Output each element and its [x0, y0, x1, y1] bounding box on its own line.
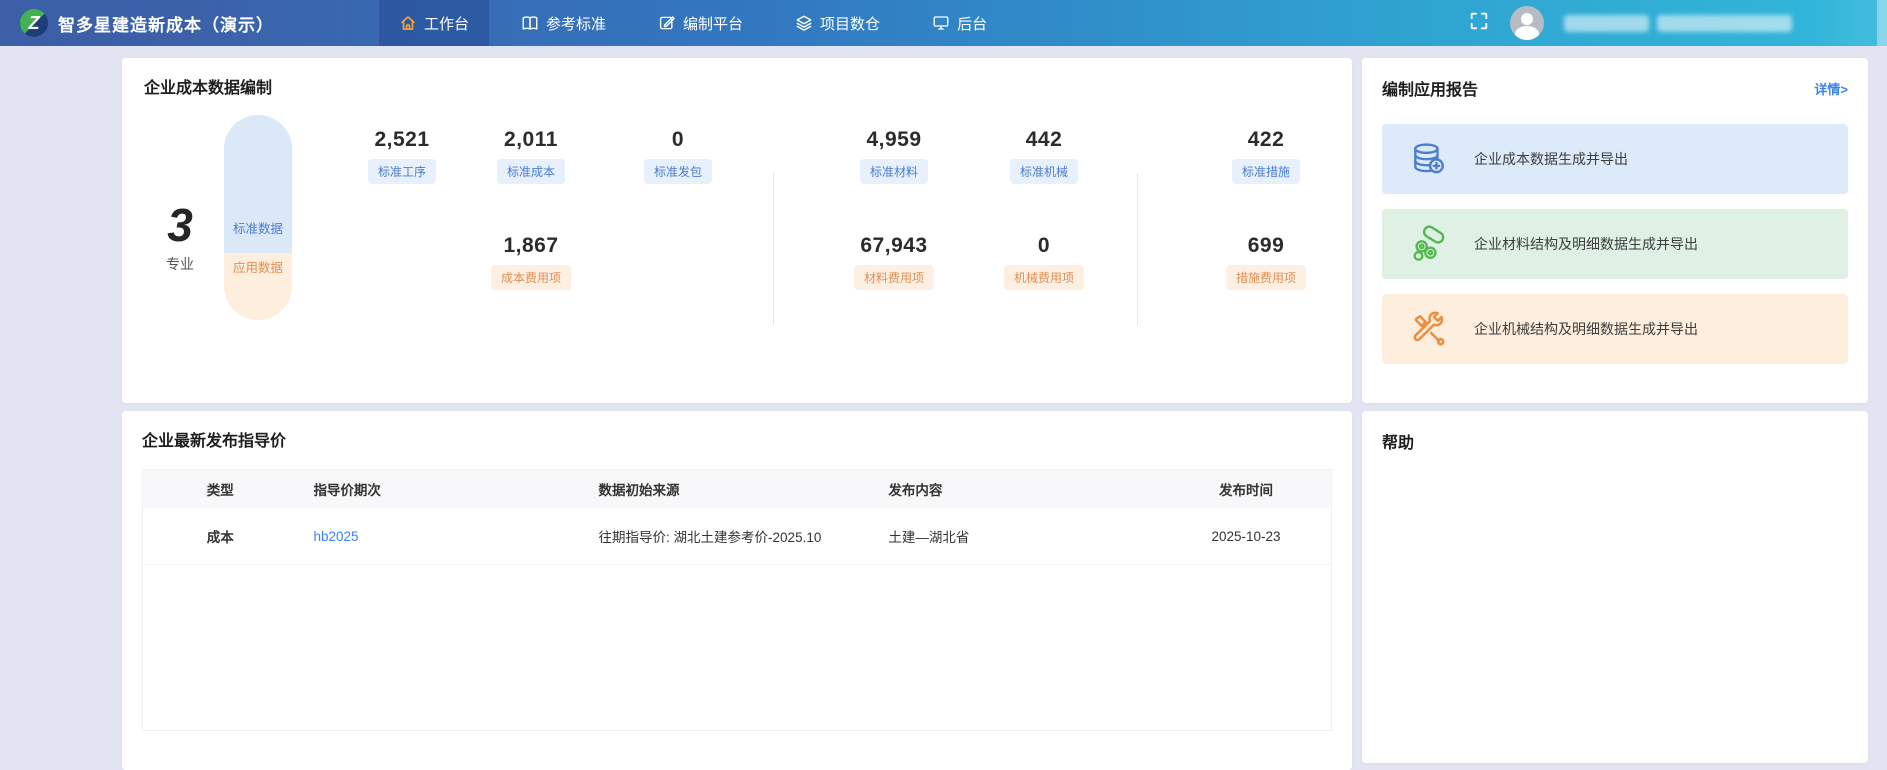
stats-divider — [1137, 173, 1138, 325]
app-title: 智多星建造新成本（演示） — [58, 11, 274, 36]
report-card: 编制应用报告 详情> 企业成本数据生成并导出 — [1362, 58, 1868, 403]
main-navigation: 工作台 参考标准 编制平台 — [379, 0, 1019, 46]
stat-standard-contract: 0 标准发包 — [598, 128, 758, 184]
data-type-pill: 标准数据 应用数据 — [224, 115, 292, 320]
cell-source: 往期指导价: 湖北土建参考价-2025.10 — [583, 526, 873, 546]
col-header-content: 发布内容 — [872, 479, 1161, 499]
materials-icon — [1408, 224, 1448, 264]
report-row-material-export[interactable]: 企业材料结构及明细数据生成并导出 — [1382, 209, 1848, 279]
stat-measure-items: 699 措施费用项 — [1186, 234, 1346, 290]
stat-tag: 机械费用项 — [1004, 265, 1084, 290]
stat-tag: 成本费用项 — [491, 265, 571, 290]
nav-item-label: 参考标准 — [546, 13, 606, 34]
layers-icon — [795, 14, 813, 32]
fullscreen-icon[interactable] — [1468, 10, 1490, 37]
table-header-row: 类型 指导价期次 数据初始来源 发布内容 发布时间 — [143, 470, 1331, 508]
applied-data-label: 应用数据 — [224, 253, 292, 320]
nav-item-label: 编制平台 — [683, 13, 743, 34]
book-icon — [521, 14, 539, 32]
report-row-label: 企业材料结构及明细数据生成并导出 — [1474, 234, 1698, 254]
report-row-cost-export[interactable]: 企业成本数据生成并导出 — [1382, 124, 1848, 194]
stat-cost-items: 1,867 成本费用项 — [451, 234, 611, 290]
stat-standard-measure: 422 标准措施 — [1186, 128, 1346, 184]
report-row-machine-export[interactable]: 企业机械结构及明细数据生成并导出 — [1382, 294, 1848, 364]
stat-tag: 标准工序 — [368, 159, 436, 184]
user-name-redacted[interactable] — [1564, 15, 1792, 32]
stat-standard-cost: 2,011 标准成本 — [451, 128, 611, 184]
help-card: 帮助 — [1362, 411, 1868, 763]
scrollbar-track[interactable] — [1877, 0, 1887, 46]
stat-tag: 措施费用项 — [1226, 265, 1306, 290]
report-row-label: 企业成本数据生成并导出 — [1474, 149, 1628, 169]
cell-type: 成本 — [143, 526, 297, 546]
stat-tag: 标准发包 — [644, 159, 712, 184]
col-header-source: 数据初始来源 — [583, 479, 873, 499]
cost-card-title: 企业成本数据编制 — [144, 74, 272, 98]
cell-period-link[interactable]: hb2025 — [297, 529, 582, 544]
stat-machine-items: 0 机械费用项 — [964, 234, 1124, 290]
stat-standard-material: 4,959 标准材料 — [814, 128, 974, 184]
database-icon — [1408, 139, 1448, 179]
guide-price-card: 企业最新发布指导价 类型 指导价期次 数据初始来源 发布内容 发布时间 成本 h… — [122, 411, 1352, 770]
report-row-label: 企业机械结构及明细数据生成并导出 — [1474, 319, 1698, 339]
nav-item-project-warehouse[interactable]: 项目数仓 — [775, 0, 900, 46]
navbar-right-controls — [1468, 6, 1792, 40]
logo-icon: Z — [20, 9, 48, 37]
monitor-icon — [932, 14, 950, 32]
cell-content: 土建—湖北省 — [872, 526, 1161, 546]
nav-item-label: 工作台 — [424, 13, 469, 34]
home-icon — [399, 14, 417, 32]
edit-icon — [658, 14, 676, 32]
cell-date: 2025-10-23 — [1161, 529, 1331, 544]
nav-item-compilation-platform[interactable]: 编制平台 — [638, 0, 763, 46]
col-header-type: 类型 — [143, 479, 297, 499]
col-header-period: 指导价期次 — [297, 479, 582, 499]
top-navbar: Z 智多星建造新成本（演示） 工作台 参考标准 — [0, 0, 1887, 46]
nav-item-workbench[interactable]: 工作台 — [379, 0, 489, 46]
report-detail-link[interactable]: 详情> — [1814, 79, 1848, 98]
stat-tag: 标准措施 — [1232, 159, 1300, 184]
nav-item-reference-standards[interactable]: 参考标准 — [501, 0, 626, 46]
help-card-title: 帮助 — [1382, 429, 1848, 453]
stat-tag: 标准机械 — [1010, 159, 1078, 184]
guide-price-title: 企业最新发布指导价 — [142, 427, 1332, 451]
standard-data-label: 标准数据 — [224, 115, 292, 253]
main-content: 企业成本数据编制 3 专业 标准数据 应用数据 2,521 标准工序 2,011… — [0, 46, 1887, 770]
profession-count: 3 — [150, 198, 210, 252]
stat-material-items: 67,943 材料费用项 — [814, 234, 974, 290]
user-avatar[interactable] — [1510, 6, 1544, 40]
enterprise-cost-data-card: 企业成本数据编制 3 专业 标准数据 应用数据 2,521 标准工序 2,011… — [122, 58, 1352, 403]
report-card-title: 编制应用报告 — [1382, 76, 1478, 100]
profession-label: 专业 — [150, 254, 210, 274]
table-row[interactable]: 成本 hb2025 往期指导价: 湖北土建参考价-2025.10 土建—湖北省 … — [143, 508, 1331, 565]
col-header-date: 发布时间 — [1161, 479, 1331, 499]
tools-icon — [1408, 309, 1448, 349]
guide-price-table: 类型 指导价期次 数据初始来源 发布内容 发布时间 成本 hb2025 往期指导… — [142, 469, 1332, 731]
app-logo: Z 智多星建造新成本（演示） — [0, 9, 274, 37]
stat-tag: 标准成本 — [497, 159, 565, 184]
nav-item-label: 后台 — [957, 13, 987, 34]
nav-item-backend[interactable]: 后台 — [912, 0, 1007, 46]
stats-divider — [773, 173, 774, 325]
nav-item-label: 项目数仓 — [820, 13, 880, 34]
stat-standard-machine: 442 标准机械 — [964, 128, 1124, 184]
stat-tag: 材料费用项 — [854, 265, 934, 290]
stat-tag: 标准材料 — [860, 159, 928, 184]
